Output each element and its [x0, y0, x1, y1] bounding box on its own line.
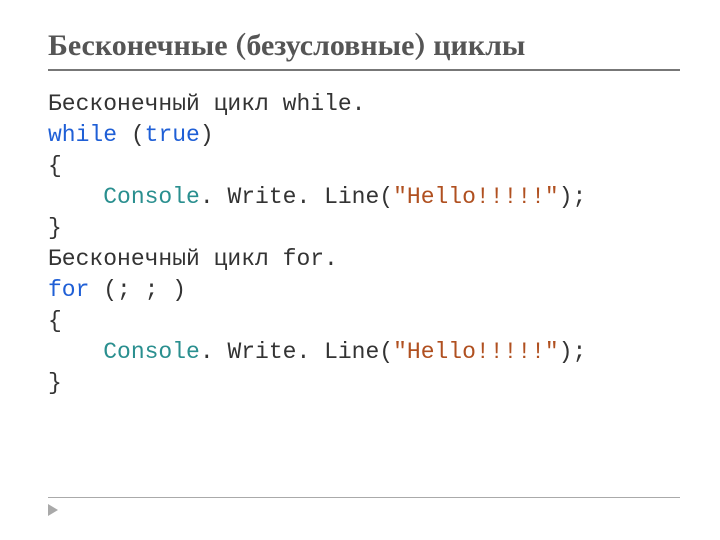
t: .	[200, 184, 228, 210]
indent	[48, 339, 103, 365]
t: )	[200, 122, 214, 148]
t: (	[131, 122, 145, 148]
slide: Бесконечные (безусловные) циклы Бесконеч…	[0, 0, 720, 540]
str-2: "Hello!!!!!"	[393, 339, 559, 365]
console-2: Console	[103, 339, 200, 365]
desc-for: Бесконечный цикл for.	[48, 246, 338, 272]
str-1: "Hello!!!!!"	[393, 184, 559, 210]
brace: }	[48, 370, 62, 396]
t	[117, 122, 131, 148]
code-block: Бесконечный цикл while. while (true) { C…	[48, 89, 680, 399]
indent	[48, 184, 103, 210]
kw-while: while	[48, 122, 117, 148]
brace: {	[48, 153, 62, 179]
writeline-2: Write. Line(	[227, 339, 393, 365]
kw-true: true	[145, 122, 200, 148]
desc-while: Бесконечный цикл while.	[48, 91, 365, 117]
writeline-1: Write. Line(	[227, 184, 393, 210]
t: );	[559, 184, 587, 210]
kw-for: for	[48, 277, 89, 303]
slide-title: Бесконечные (безусловные) циклы	[48, 28, 680, 63]
for-args: (; ; )	[89, 277, 186, 303]
brace: }	[48, 215, 62, 241]
footer-marker-icon	[48, 504, 58, 516]
brace: {	[48, 308, 62, 334]
t: );	[559, 339, 587, 365]
footer-divider	[48, 497, 680, 498]
console-1: Console	[103, 184, 200, 210]
t: .	[200, 339, 228, 365]
title-underline	[48, 69, 680, 71]
